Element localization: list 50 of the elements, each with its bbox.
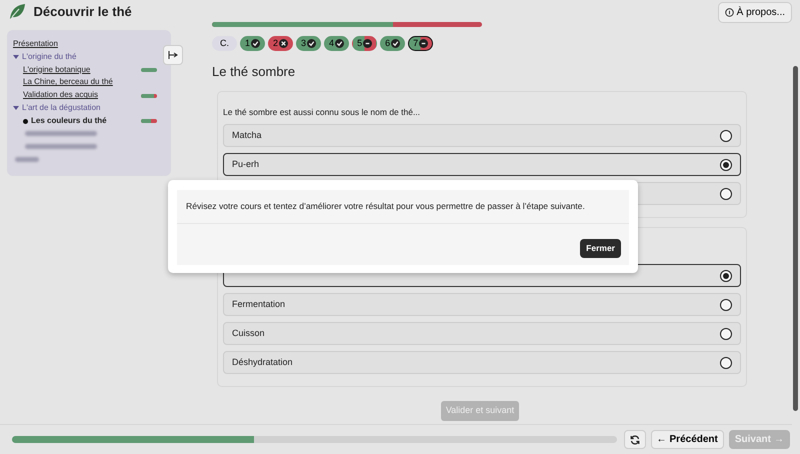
step-chip[interactable]: 5	[352, 36, 378, 51]
info-icon	[725, 8, 734, 16]
step-chip[interactable]: 6	[380, 36, 406, 51]
nav-link-item[interactable]: La Chine, berceau du thé	[23, 76, 113, 90]
radio-button[interactable]	[720, 298, 732, 311]
radio-button[interactable]	[720, 328, 732, 340]
dialog-message: Révisez votre cours et tentez d’améliorer votre résultat pour vous permettre de passer à l’étape suivante.	[177, 190, 629, 224]
refresh-icon	[630, 434, 640, 444]
check-icon	[251, 39, 260, 48]
radio-button[interactable]	[720, 158, 732, 171]
radio-button[interactable]	[720, 270, 732, 282]
collapse-icon	[168, 51, 178, 59]
about-button[interactable]: À propos...	[718, 2, 792, 22]
leaf-icon	[8, 3, 26, 21]
radio-button[interactable]	[720, 356, 732, 369]
previous-button[interactable]: ← Précédent	[650, 430, 724, 449]
answer-option[interactable]: Fermentation	[223, 293, 741, 316]
expanded-caret-icon[interactable]	[13, 54, 19, 60]
expanded-caret-icon[interactable]	[13, 105, 19, 112]
nav-link-item[interactable]: Présentation	[13, 38, 58, 51]
nav-link-item[interactable]: L'origine botanique	[23, 64, 90, 76]
step-chip[interactable]: 7	[408, 36, 434, 51]
step-chip[interactable]: 3	[296, 36, 322, 51]
step-chip[interactable]: 2	[268, 36, 294, 51]
answer-option[interactable]: Pu-erh	[223, 153, 741, 176]
minus-icon	[419, 39, 428, 48]
step-chip[interactable]: C.	[212, 36, 237, 51]
minus-icon	[363, 39, 372, 48]
refresh-button[interactable]	[624, 430, 646, 449]
radio-button[interactable]	[720, 130, 732, 142]
step-chip[interactable]: 4	[324, 36, 350, 51]
scrollbar-thumb[interactable]	[793, 66, 798, 411]
step-chip[interactable]: 1	[240, 36, 266, 51]
check-icon	[335, 39, 344, 48]
collapse-button[interactable]	[163, 45, 183, 65]
section-heading[interactable]: L'art de la dégustation	[22, 102, 100, 115]
answer-option[interactable]: Cuisson	[223, 322, 741, 346]
close-button[interactable]: Fermer	[580, 239, 621, 258]
section-heading[interactable]: L'origine du thé	[22, 50, 76, 64]
answer-option[interactable]: Déshydratation	[223, 351, 741, 374]
radio-button[interactable]	[720, 188, 732, 200]
cross-icon	[279, 39, 288, 48]
question-text: Le thé sombre est aussi connu sous le nom de thé...	[223, 106, 422, 118]
section-title: Le thé sombre	[212, 63, 296, 81]
app-title: Découvrir le thé	[34, 3, 132, 22]
check-icon	[307, 39, 316, 48]
nav-link-item[interactable]: Les couleurs du thé	[31, 114, 107, 128]
check-icon	[391, 39, 400, 48]
answer-option[interactable]: Matcha	[223, 124, 741, 148]
nav-link-item[interactable]: Validation des acquis	[23, 89, 98, 102]
